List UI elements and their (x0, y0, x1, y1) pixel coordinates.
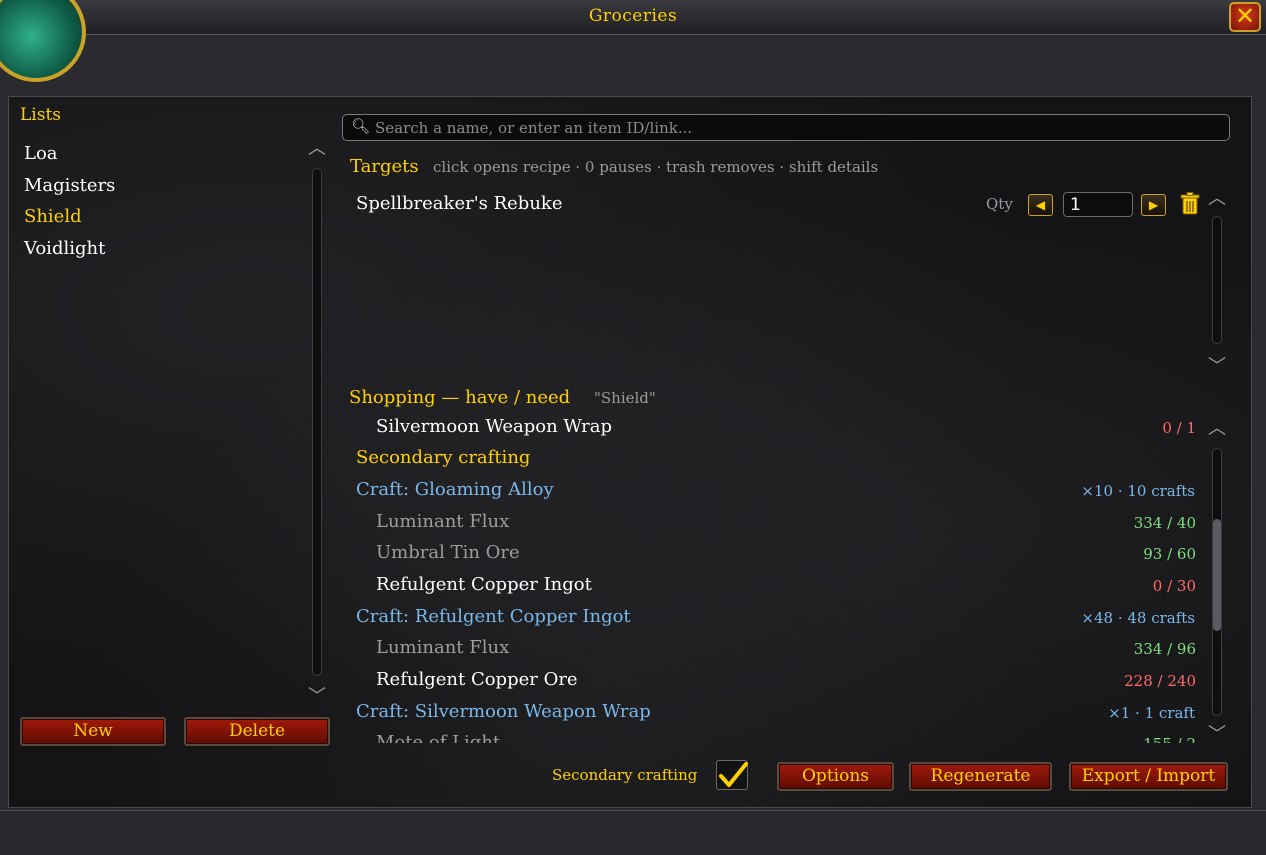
regenerate-button[interactable]: Regenerate (909, 762, 1052, 791)
groceries-window: Groceries ✕ Lists Loa Magisters Shield V… (0, 0, 1266, 855)
lists-scrollbar[interactable] (312, 168, 322, 676)
craft-row[interactable]: Craft: Refulgent Copper Ingot (356, 606, 631, 627)
craft-row[interactable]: Craft: Gloaming Alloy (356, 479, 554, 500)
list-item-magisters[interactable]: Magisters (24, 175, 115, 196)
qty-label: Qty (986, 195, 1013, 213)
shopping-row-count: 334 / 96 (1133, 640, 1196, 658)
search-icon: 🔍︎ (351, 117, 371, 135)
secondary-crafting-label: Secondary crafting (552, 766, 698, 784)
lists-scroll-up-icon[interactable]: ︿ (305, 134, 329, 160)
shopping-row[interactable]: Mote of Light (376, 732, 500, 743)
shopping-row[interactable]: Refulgent Copper Ingot (376, 574, 592, 595)
targets-scroll-up-icon[interactable]: ︿ (1205, 184, 1229, 210)
shopping-row-count: 0 / 30 (1152, 577, 1196, 595)
craft-row[interactable]: Craft: Silvermoon Weapon Wrap (356, 701, 651, 722)
shopping-row-count: 228 / 240 (1124, 672, 1196, 690)
shopping-row-count: 334 / 40 (1133, 514, 1196, 532)
close-icon: ✕ (1234, 2, 1256, 30)
shopping-row[interactable]: Silvermoon Weapon Wrap (376, 418, 612, 437)
list-item-voidlight[interactable]: Voidlight (24, 238, 105, 259)
targets-hint: click opens recipe · 0 pauses · trash re… (433, 158, 879, 176)
qty-increase-button[interactable]: ▶ (1141, 194, 1166, 216)
shopping-row-count: 93 / 60 (1143, 545, 1196, 563)
shopping-scroll-up-icon[interactable]: ︿ (1205, 414, 1229, 440)
lists-header: Lists (20, 105, 62, 125)
target-item-name[interactable]: Spellbreaker's Rebuke (356, 193, 562, 214)
craft-row-count: ×10 · 10 crafts (1081, 482, 1195, 500)
trash-icon[interactable] (1180, 192, 1200, 216)
shopping-row[interactable]: Umbral Tin Ore (376, 542, 520, 563)
checkmark-icon (719, 762, 748, 787)
bag-portrait-icon (0, 0, 86, 82)
search-box: 🔍︎ (342, 114, 1230, 141)
list-item-shield[interactable]: Shield (24, 206, 82, 227)
craft-row-count: ×1 · 1 craft (1108, 704, 1195, 722)
window-title: Groceries (588, 6, 678, 26)
shopping-scroll-down-icon[interactable]: ﹀ (1205, 720, 1229, 746)
options-button[interactable]: Options (777, 762, 894, 791)
lists-scroll-down-icon[interactable]: ﹀ (305, 682, 329, 708)
shopping-row-count: 0 / 1 (1162, 419, 1196, 437)
targets-scroll-down-icon[interactable]: ﹀ (1205, 352, 1229, 378)
footer-bar (0, 810, 1266, 855)
shopping-row[interactable]: Luminant Flux (376, 637, 509, 658)
craft-row-count: ×48 · 48 crafts (1081, 609, 1195, 627)
shopping-row-count: 155 / 2 (996, 735, 1196, 743)
export-import-button[interactable]: Export / Import (1069, 762, 1228, 791)
shopping-list: Silvermoon Weapon Wrap 0 / 1 Secondary c… (340, 418, 1210, 743)
targets-title: Targets (350, 156, 419, 177)
targets-scrollbar[interactable] (1212, 216, 1222, 344)
triangle-left-icon: ◀ (1035, 198, 1046, 212)
qty-input[interactable] (1063, 192, 1133, 217)
shopping-scrollbar[interactable] (1212, 448, 1222, 716)
shopping-row[interactable]: Refulgent Copper Ore (376, 669, 578, 690)
shopping-title: Shopping — have / need (349, 387, 571, 408)
list-item-loa[interactable]: Loa (24, 143, 58, 164)
qty-decrease-button[interactable]: ◀ (1028, 194, 1053, 216)
secondary-crafting-header: Secondary crafting (356, 447, 531, 468)
close-button[interactable]: ✕ (1229, 2, 1261, 32)
triangle-right-icon: ▶ (1148, 198, 1159, 212)
shopping-list-name: "Shield" (594, 389, 656, 407)
shopping-row[interactable]: Luminant Flux (376, 511, 509, 532)
secondary-crafting-checkbox[interactable] (716, 760, 748, 790)
title-bar[interactable]: Groceries (0, 0, 1266, 35)
new-list-button[interactable]: New (20, 717, 166, 746)
shopping-scroll-thumb[interactable] (1213, 519, 1221, 631)
search-input[interactable] (373, 117, 1217, 139)
delete-list-button[interactable]: Delete (184, 717, 330, 746)
